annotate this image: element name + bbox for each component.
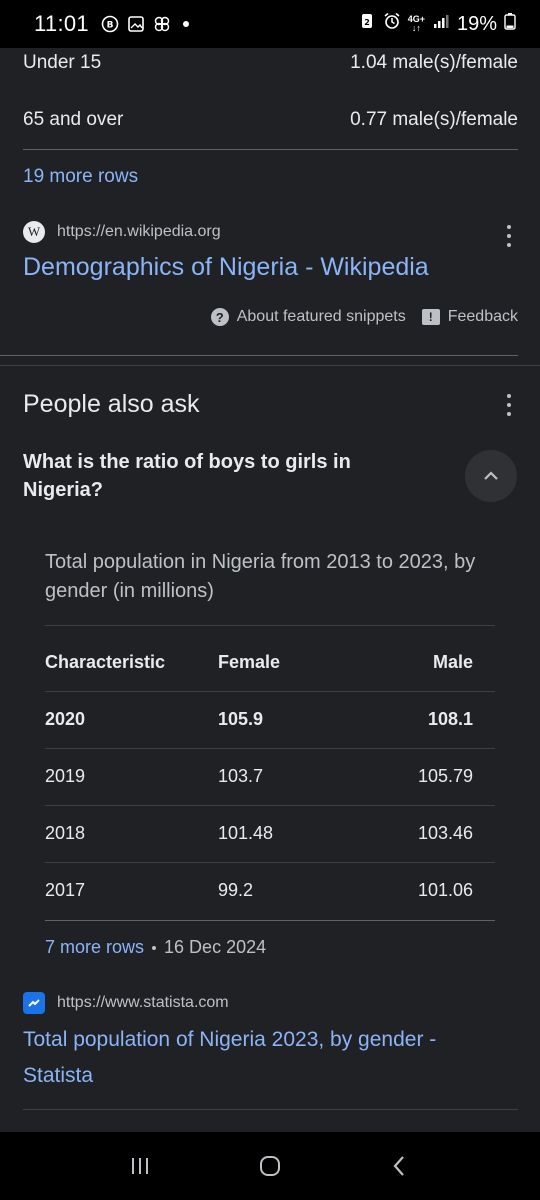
recents-button[interactable] (110, 1141, 170, 1191)
table-caption: Total population in Nigeria from 2013 to… (45, 551, 476, 602)
divider (23, 1109, 518, 1110)
table-row: 2017 99.2 101.06 (45, 862, 495, 919)
table-cell: 108.1 (427, 709, 473, 729)
snippet-date: 16 Dec 2024 (164, 937, 267, 957)
help-icon: ? (210, 308, 229, 326)
more-notifications-dot-icon (182, 21, 189, 27)
header-cell: Characteristic (45, 652, 166, 672)
back-icon (393, 1156, 404, 1176)
table-cell: 103.7 (218, 766, 264, 786)
source-url: https://www.statista.com (57, 994, 229, 1011)
collapse-button[interactable] (465, 450, 517, 502)
table-cell: 101.48 (218, 823, 274, 843)
header-cell: Female (218, 652, 281, 672)
question-text[interactable]: What is the ratio of boys to girls in Ni… (23, 448, 403, 504)
table-header-row: Characteristic Female Male (45, 634, 495, 691)
result-title-link[interactable]: Demographics of Nigeria - Wikipedia (23, 250, 429, 285)
divider (0, 355, 518, 356)
snippet-bar: ? About featured snippets ! Feedback (210, 308, 518, 326)
signal-icon (432, 12, 450, 36)
svg-text:B: B (106, 21, 113, 31)
people-also-ask-heading: People also ask (23, 390, 200, 418)
statista-favicon-icon (23, 992, 45, 1014)
table-row: 2019 103.7 105.79 (45, 748, 495, 805)
separator-dot (152, 945, 157, 950)
table-row: Under 15 1.04 male(s)/female (23, 52, 518, 74)
svg-text:2: 2 (364, 18, 370, 27)
divider (0, 365, 540, 366)
battery-icon (504, 12, 516, 36)
feedback-icon: ! (421, 309, 440, 325)
chevron-up-icon (484, 471, 498, 480)
table-cell: 101.06 (417, 880, 473, 900)
table-cell: 2017 (45, 880, 86, 900)
about-featured-snippets-button[interactable]: ? About featured snippets (210, 308, 406, 326)
gallery-notification-icon (127, 15, 145, 33)
divider (23, 149, 518, 150)
header-cell: Male (432, 652, 473, 672)
feedback-button[interactable]: ! Feedback (421, 308, 518, 326)
source-line[interactable]: https://www.statista.com (23, 992, 229, 1014)
more-rows-link[interactable]: 7 more rows (45, 937, 144, 958)
table-cell: 103.46 (417, 823, 473, 843)
home-button[interactable] (240, 1141, 300, 1191)
home-icon (260, 1156, 280, 1176)
result-title-link[interactable]: Total population of Nigeria 2023, by gen… (23, 1022, 503, 1093)
wikipedia-favicon-icon: W (23, 221, 45, 243)
battery-percent: 19% (456, 12, 497, 35)
status-time: 11:01 (34, 11, 89, 36)
row-label: 65 and over (23, 109, 124, 130)
table-cell: 2020 (45, 709, 86, 729)
navigation-bar (0, 1132, 540, 1200)
more-options-icon[interactable] (504, 394, 514, 416)
table-cell: 105.9 (218, 709, 264, 729)
row-value: 1.04 male(s)/female (350, 52, 518, 73)
table-cell: 2018 (45, 823, 86, 843)
more-rows-link[interactable]: 19 more rows (23, 166, 138, 188)
network-type: 4G+ ↓↑ (407, 14, 425, 33)
recents-icon (132, 1158, 148, 1174)
table-row: 65 and over 0.77 male(s)/female (23, 109, 518, 131)
source-url: https://en.wikipedia.org (57, 223, 221, 240)
table-cell: 99.2 (218, 880, 254, 900)
table-cell: 2019 (45, 766, 86, 786)
status-bar: 11:01 B 2 4G+ ↓↑ 19% (0, 0, 540, 48)
more-options-icon[interactable] (504, 225, 514, 247)
more-rows-line: 7 more rows 16 Dec 2024 (45, 937, 266, 958)
source-line[interactable]: W https://en.wikipedia.org (23, 221, 221, 243)
table-cell: 105.79 (417, 766, 473, 786)
row-value: 0.77 male(s)/female (350, 109, 518, 130)
alarm-icon (383, 12, 401, 36)
row-label: Under 15 (23, 52, 102, 73)
search-results-page: 11:01 B 2 4G+ ↓↑ 19% Under 15 1.04 male(… (0, 0, 540, 1200)
pinwheel-notification-icon (153, 15, 171, 33)
battery-saver-icon: 2 (358, 12, 376, 36)
b-notification-icon: B (101, 15, 119, 33)
back-button[interactable] (370, 1141, 430, 1191)
table-row: 2020 105.9 108.1 (45, 691, 495, 748)
table-row: 2018 101.48 103.46 (45, 805, 495, 862)
